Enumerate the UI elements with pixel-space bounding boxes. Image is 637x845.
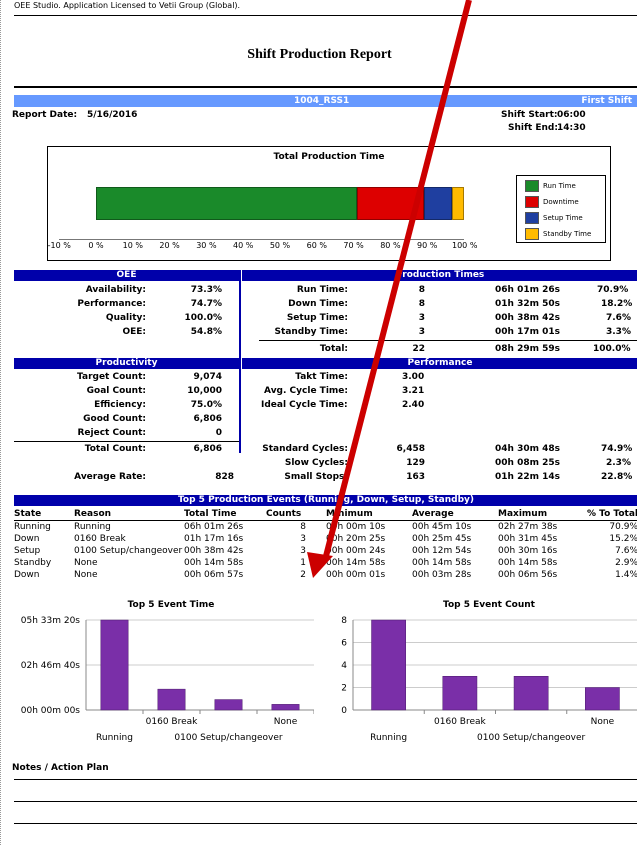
arrow-shaft (322, 0, 472, 561)
annotation-arrow (307, 0, 472, 578)
arrow-head (307, 552, 333, 578)
report-page: OEE Studio. Application Licensed to Veti… (0, 0, 637, 845)
